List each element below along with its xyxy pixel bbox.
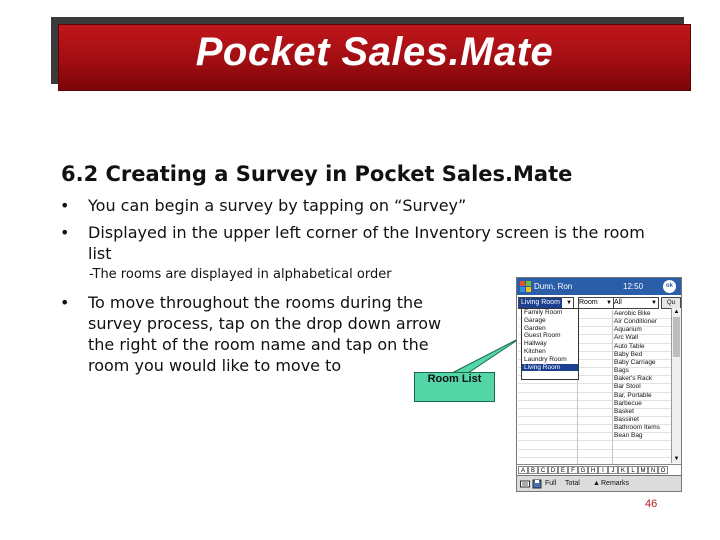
letter-key[interactable]: J [608,466,618,474]
category-value: All [614,299,622,306]
inventory-item[interactable]: Bean Bag [614,432,670,440]
inventory-item[interactable]: Bags [614,367,670,375]
pda-clock: 12:50 [623,282,644,291]
letter-key[interactable]: C [538,466,548,474]
room-option[interactable]: Family Room [522,309,578,317]
inventory-item[interactable]: Basket [614,408,670,416]
vertical-scrollbar[interactable]: ▲ ▼ [671,308,681,463]
letter-key[interactable]: B [528,466,538,474]
inventory-item[interactable]: Baby Carriage [614,359,670,367]
letter-key[interactable]: H [588,466,598,474]
pda-title-bar: Dunn, Ron 12:50 ok [517,278,681,295]
inventory-item[interactable]: Aerobic Bike [614,310,670,318]
save-disk-icon[interactable] [532,479,542,489]
inventory-item[interactable]: Bar, Portable [614,392,670,400]
grid-row-line [518,456,680,458]
letter-key[interactable]: E [558,466,568,474]
letter-key[interactable]: M [638,466,648,474]
page-number: 46 [645,498,658,510]
inventory-item[interactable]: Auto Table [614,343,670,351]
room-type-select[interactable]: Room ▼ [578,297,614,309]
category-select[interactable]: All ▼ [613,297,659,309]
letter-key[interactable]: F [568,466,578,474]
letter-key[interactable]: K [618,466,628,474]
inventory-item[interactable]: Air Conditioner [614,318,670,326]
pda-toolbar: Full Total ▲ Remarks [517,475,681,491]
grid-row-line [518,448,680,450]
chevron-down-icon[interactable]: ▼ [651,298,657,308]
letter-index-bar: A B C D E F G H I J K L M N O [517,464,681,475]
toolbar-remarks-arrow-icon[interactable]: ▲ [593,476,600,491]
room-option[interactable]: Laundry Room [522,356,578,364]
inventory-item[interactable]: Baby Bed [614,351,670,359]
room-select-value: Living Room [519,298,562,308]
room-option[interactable]: Guest Room [522,332,578,340]
toolbar-full[interactable]: Full [545,476,556,491]
pda-ok-button[interactable]: ok [663,280,676,293]
windows-flag-icon[interactable] [520,281,531,292]
room-option[interactable]: Kitchen [522,348,578,356]
letter-key[interactable]: G [578,466,588,474]
toolbar-total[interactable]: Total [565,476,580,491]
room-list-callout: Room List [414,372,495,402]
scroll-down-icon[interactable]: ▼ [672,455,681,463]
inventory-item[interactable]: Baker's Rack [614,375,670,383]
grid-row-line [518,440,680,442]
grid-column-divider [612,310,613,464]
letter-key[interactable]: I [598,466,608,474]
room-option-selected[interactable]: Living Room [522,363,578,372]
inventory-item[interactable]: Bassinet [614,416,670,424]
letter-key[interactable]: D [548,466,558,474]
toolbar-remarks[interactable]: Remarks [601,476,629,491]
inventory-item[interactable]: Arc Wall [614,334,670,342]
room-option[interactable]: Hallway [522,340,578,348]
room-dropdown-list: Family Room Garage Garden Guest Room Hal… [521,308,579,380]
room-option[interactable]: Garden [522,325,578,333]
inventory-item[interactable]: Barbecue [614,400,670,408]
scroll-up-icon[interactable]: ▲ [672,308,681,316]
pda-app-title: Dunn, Ron [534,282,573,291]
room-type-value: Room [579,299,598,306]
keyboard-icon[interactable] [520,479,530,489]
letter-key[interactable]: N [648,466,658,474]
inventory-item[interactable]: Bar Stool [614,383,670,391]
inventory-item-list: Aerobic Bike Air Conditioner Aquarium Ar… [614,310,670,441]
letter-key[interactable]: O [658,466,668,474]
inventory-item[interactable]: Aquarium [614,326,670,334]
chevron-down-icon[interactable]: ▼ [566,298,572,308]
chevron-down-icon[interactable]: ▼ [606,298,612,308]
inventory-item[interactable]: Bathroom Items [614,424,670,432]
letter-key[interactable]: A [518,466,528,474]
letter-key[interactable]: L [628,466,638,474]
scroll-thumb[interactable] [673,317,680,357]
pda-screenshot: Dunn, Ron 12:50 ok Living Room ▼ Room ▼ … [516,277,682,492]
room-option[interactable]: Garage [522,317,578,325]
